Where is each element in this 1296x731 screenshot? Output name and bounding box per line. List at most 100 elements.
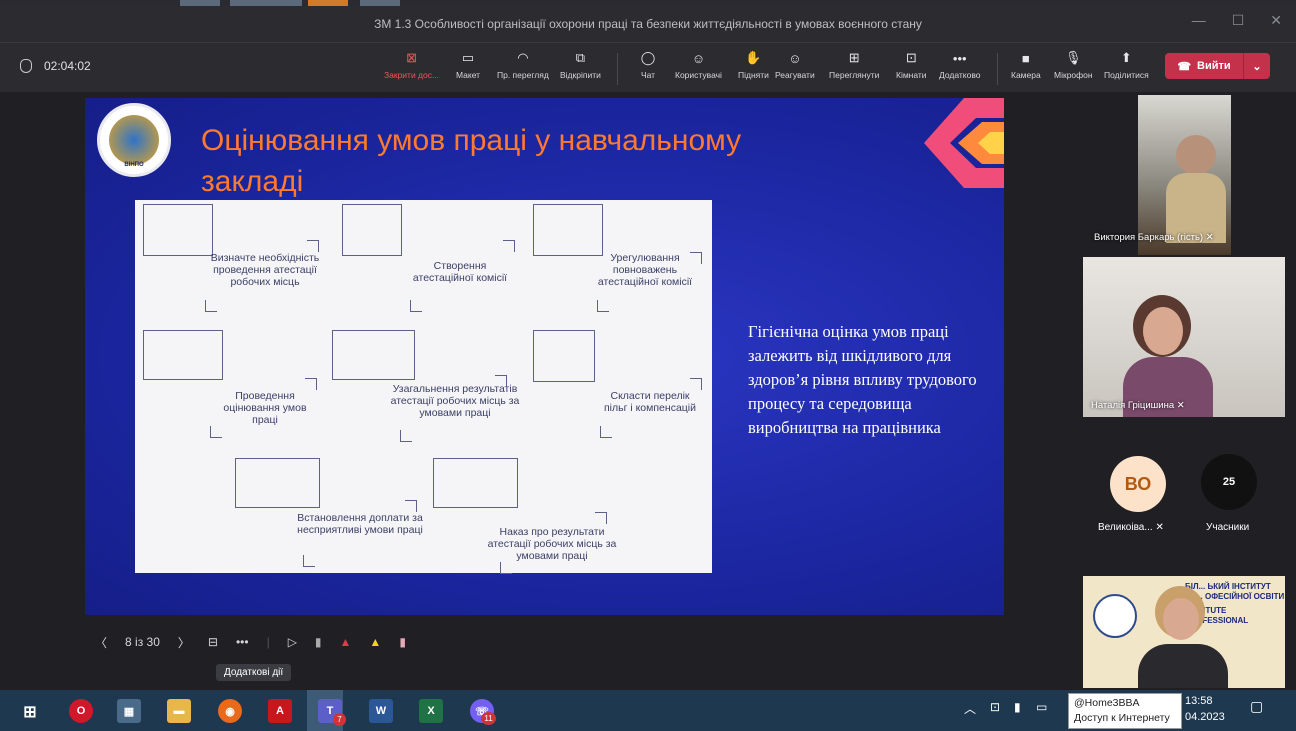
view-button[interactable]: ⊞ Переглянути bbox=[829, 49, 879, 80]
chevron-left-icon[interactable]: 〈 bbox=[95, 634, 107, 651]
presenter-video-tile[interactable]: БІЛ... ЬКИЙ ІНСТИТУТ НЕ... ОФЕСІЙНОЇ ОСВ… bbox=[1083, 576, 1285, 688]
bracket bbox=[303, 555, 315, 567]
rooms-button[interactable]: ⊡ Кімнати bbox=[896, 49, 927, 80]
participant-name: Наталія Гріцишина ✕ bbox=[1091, 400, 1185, 411]
presenter-body bbox=[1138, 644, 1228, 688]
participant-video-tile[interactable] bbox=[1138, 95, 1231, 255]
slide-body-text: Гігієнічна оцінка умов праці залежить ві… bbox=[748, 322, 977, 437]
window-title: ЗМ 1.3 Особливості організації охорони п… bbox=[374, 17, 922, 31]
participants-count[interactable]: 25 bbox=[1201, 454, 1257, 510]
presenter-face bbox=[1163, 598, 1199, 640]
pointer-icon[interactable]: ▷ bbox=[288, 635, 297, 649]
popout-icon: ⧉ bbox=[575, 50, 586, 65]
mic-muted-icon: ✕ bbox=[1155, 522, 1164, 533]
button-label: Реагувати bbox=[775, 70, 815, 80]
button-label: Мікрофон bbox=[1054, 70, 1093, 80]
mic-tray-icon[interactable]: ▮ bbox=[1014, 700, 1021, 714]
calculator-icon[interactable]: ▦ bbox=[117, 699, 141, 723]
stop-sharing-button[interactable]: ⊠ Закрити дос... bbox=[384, 49, 439, 80]
button-label: Поділитися bbox=[1104, 70, 1149, 80]
word-icon[interactable]: W bbox=[369, 699, 393, 723]
file-explorer-icon[interactable]: ▬ bbox=[167, 699, 191, 723]
notification-icon[interactable]: ▢ bbox=[1250, 698, 1263, 715]
slide-navigation: 〈 8 із 30 〉 ⊟ ••• | ▷ ▮ ▲ ▲ ▮ bbox=[95, 630, 406, 654]
pen-icon[interactable]: ▮ bbox=[315, 635, 322, 649]
chat-button[interactable]: ◯ Чат bbox=[639, 49, 657, 80]
pen-red-icon[interactable]: ▲ bbox=[340, 635, 352, 649]
preview-button[interactable]: ◠ Пр. перегляд bbox=[497, 49, 549, 80]
title-bar: ЗМ 1.3 Особливості організації охорони п… bbox=[0, 6, 1296, 42]
institute-logo bbox=[1093, 594, 1137, 638]
bracket bbox=[410, 300, 422, 312]
rooms-icon: ⊡ bbox=[905, 50, 917, 65]
step-text: Проведення оцінювання умов праці bbox=[223, 390, 307, 426]
mic-button[interactable]: 🎙︎ Мікрофон bbox=[1054, 49, 1093, 80]
participant-name: Виктория Баркарь (гість) ✕ bbox=[1094, 232, 1214, 243]
avatar[interactable]: ВО bbox=[1110, 456, 1166, 512]
leave-button[interactable]: ☎ Вийти ⌄ bbox=[1165, 53, 1270, 79]
meeting-icon bbox=[533, 204, 603, 256]
firefox-icon[interactable]: ◉ bbox=[218, 699, 242, 723]
network-popup: @Home3BBA Доступ к Интернету bbox=[1068, 693, 1182, 729]
camera-tray-icon[interactable]: ⊡ bbox=[990, 700, 1000, 714]
chevron-right-icon[interactable]: 〉 bbox=[178, 634, 190, 651]
raise-hand-button[interactable]: ✋ Підняти bbox=[738, 49, 769, 80]
highlighter-icon[interactable]: ▲ bbox=[369, 635, 381, 649]
camera-icon: ■ bbox=[1021, 50, 1030, 66]
bracket bbox=[595, 512, 607, 524]
timer-text: 02:04:02 bbox=[44, 59, 91, 73]
mic-icon: 🎙︎ bbox=[1065, 50, 1082, 65]
shared-slide: ВІНПО Оцінювання умов праці у навчальном… bbox=[85, 98, 1004, 615]
camera-button[interactable]: ■ Камера bbox=[1011, 49, 1041, 81]
viber-badge: 11 bbox=[481, 712, 496, 725]
minimize-icon[interactable]: — bbox=[1192, 12, 1206, 29]
network-status: Доступ к Интернету bbox=[1074, 712, 1170, 724]
excel-icon[interactable]: X bbox=[419, 699, 443, 723]
step-text: Урегулювання повноважень атестаційної ко… bbox=[597, 252, 693, 288]
leave-label: Вийти bbox=[1197, 60, 1231, 72]
people-button[interactable]: ☺ Користувачі bbox=[675, 49, 722, 81]
meeting-toolbar: 02:04:02 ⊠ Закрити дос... ▭ Макет ◠ Пр. … bbox=[0, 42, 1296, 92]
chevron-up-icon[interactable]: ︿ bbox=[964, 700, 976, 717]
participant-video-tile[interactable]: Наталія Гріцишина ✕ bbox=[1083, 257, 1285, 417]
system-clock[interactable]: 13:58 04.2023 bbox=[1185, 693, 1225, 725]
more-button[interactable]: ••• Додатково bbox=[939, 49, 980, 81]
teams-window: ЗМ 1.3 Особливості організації охорони п… bbox=[0, 0, 1296, 731]
presentation-icon bbox=[342, 204, 402, 256]
bracket bbox=[305, 378, 317, 390]
eraser-icon[interactable]: ▮ bbox=[399, 635, 406, 649]
windows-start-icon[interactable]: ⊞ bbox=[18, 700, 42, 724]
leave-main[interactable]: ☎ Вийти bbox=[1165, 53, 1244, 79]
battery-icon[interactable]: ▭ bbox=[1036, 700, 1047, 714]
step-text: Скласти перелік пільг і компенсацій bbox=[603, 390, 696, 414]
layout-icon: ▭ bbox=[461, 50, 475, 65]
smile-icon: ☺ bbox=[788, 50, 802, 66]
divider bbox=[617, 53, 618, 85]
button-label: Відкріпити bbox=[560, 70, 601, 80]
mic-muted-icon: ✕ bbox=[1176, 400, 1185, 411]
pdf-reader-icon[interactable]: A bbox=[268, 699, 292, 723]
paper-plane-icon bbox=[433, 458, 518, 508]
more-actions-icon[interactable]: ••• bbox=[236, 635, 249, 649]
chevron-down-icon[interactable]: ⌄ bbox=[1244, 60, 1270, 73]
chart-board-icon bbox=[332, 330, 415, 380]
opera-icon[interactable]: O bbox=[69, 699, 93, 723]
button-label: Підняти bbox=[738, 70, 769, 80]
thumbnails-icon[interactable]: ⊟ bbox=[208, 635, 218, 649]
tools-icon bbox=[143, 204, 213, 256]
popout-button[interactable]: ⧉ Відкріпити bbox=[560, 49, 601, 80]
checklist-icon bbox=[533, 330, 595, 382]
bracket bbox=[600, 426, 612, 438]
chat-icon: ◯ bbox=[640, 50, 656, 65]
layout-button[interactable]: ▭ Макет bbox=[456, 49, 480, 80]
bracket bbox=[307, 240, 319, 252]
bracket bbox=[210, 426, 222, 438]
close-icon[interactable]: ✕ bbox=[1270, 12, 1282, 29]
bracket bbox=[690, 378, 702, 390]
react-button[interactable]: ☺ Реагувати bbox=[775, 49, 815, 81]
bracket bbox=[405, 500, 417, 512]
shield-icon bbox=[20, 59, 32, 73]
maximize-icon[interactable]: ☐ bbox=[1232, 12, 1245, 29]
teams-badge: 7 bbox=[333, 713, 346, 726]
share-button[interactable]: ⬆ Поділитися bbox=[1104, 49, 1149, 80]
